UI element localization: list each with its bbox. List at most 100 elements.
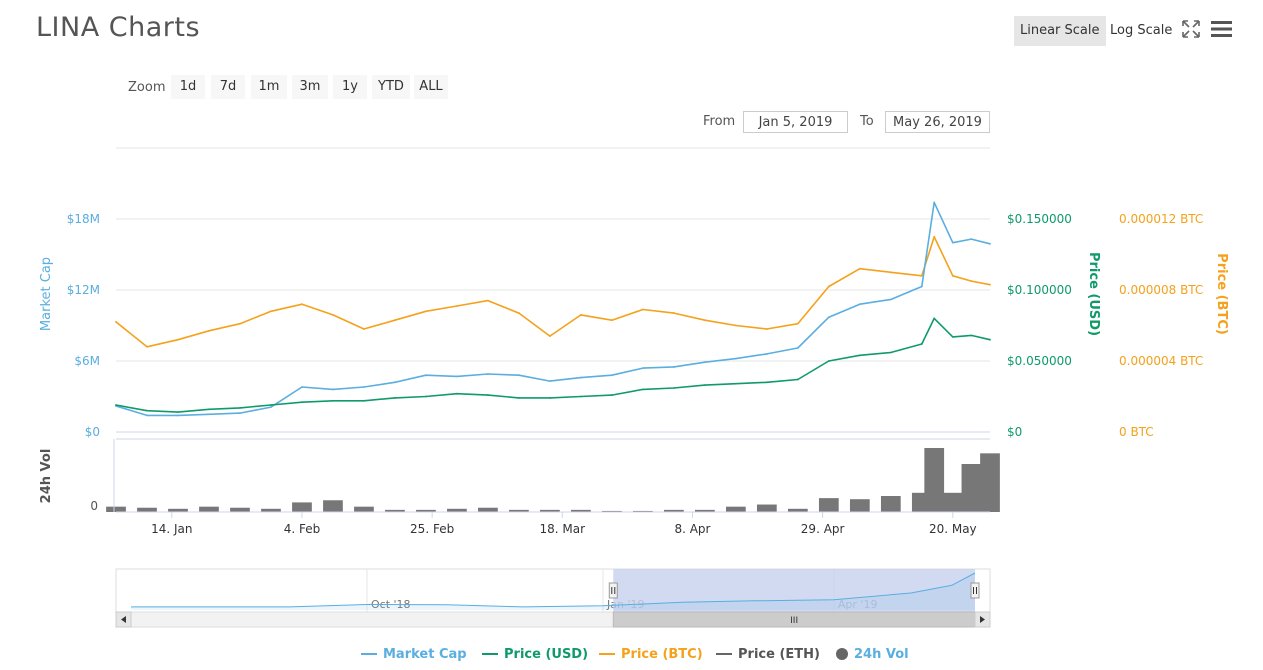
series-point xyxy=(641,388,644,391)
navigator[interactable]: Oct '18 Jan '19 Apr '19 III xyxy=(115,568,991,628)
legend-item-price-btc[interactable]: Price (BTC) xyxy=(599,645,703,663)
navigator-handle-right-body[interactable] xyxy=(970,582,980,599)
legend-swatch-market-cap xyxy=(361,653,377,655)
zoom-all-button[interactable]: ALL xyxy=(414,75,448,99)
series-point xyxy=(970,238,973,241)
series-line-price-usd xyxy=(115,317,991,413)
volume-bar xyxy=(137,507,157,512)
zoom-ytd-button[interactable]: YTD xyxy=(372,75,410,99)
series-point xyxy=(951,335,954,338)
series-point xyxy=(518,374,520,377)
series-point xyxy=(208,408,210,411)
series-point xyxy=(672,366,675,368)
series-point xyxy=(827,316,830,319)
zoom-7d-button[interactable]: 7d xyxy=(211,75,245,99)
x-tick-label-0: 14. Jan xyxy=(151,522,192,536)
volume-bar xyxy=(447,508,467,512)
volume-bar xyxy=(880,496,901,512)
zoom-label: Zoom xyxy=(128,80,166,95)
series-point xyxy=(920,343,923,345)
series-point xyxy=(270,404,272,406)
series-point xyxy=(579,376,582,379)
price-btc-axis-tick-2: 0.000008 BTC xyxy=(1119,283,1203,297)
series-point xyxy=(487,373,489,375)
fullscreen-icon[interactable] xyxy=(1182,20,1200,38)
series-point xyxy=(858,267,861,270)
series-point xyxy=(889,271,892,274)
volume-axis-title: 24h Vol xyxy=(39,449,54,504)
series-point xyxy=(970,334,973,337)
legend-label-market-cap: Market Cap xyxy=(383,646,467,662)
scroll-left-arrow-icon xyxy=(121,616,126,623)
x-tick-label-4: 8. Apr xyxy=(674,522,710,536)
series-point xyxy=(734,382,737,385)
navigator-handle-left[interactable] xyxy=(608,582,618,599)
series-point xyxy=(989,283,991,286)
series-point xyxy=(363,386,365,388)
series-point xyxy=(549,397,551,399)
series-point xyxy=(970,280,973,283)
hamburger-menu-icon[interactable] xyxy=(1211,20,1232,38)
series-point xyxy=(456,392,458,395)
legend-item-price-usd[interactable]: Price (USD) xyxy=(482,645,588,663)
volume-bar xyxy=(633,510,653,512)
log-scale-button[interactable]: Log Scale xyxy=(1104,16,1178,46)
price-btc-axis-tick-3: 0.000012 BTC xyxy=(1119,212,1203,226)
volume-bar xyxy=(478,507,498,512)
series-point xyxy=(549,380,551,383)
series-point xyxy=(146,345,148,348)
series-point xyxy=(239,322,241,325)
series-point xyxy=(487,299,489,302)
series-point xyxy=(703,384,706,387)
x-tick-label-2: 25. Feb xyxy=(410,522,454,536)
navigator-scrollbar-grip: III xyxy=(790,616,798,626)
series-point xyxy=(332,399,334,402)
legend-swatch-price-btc xyxy=(599,653,615,655)
legend-item-price-eth[interactable]: Price (ETH) xyxy=(716,645,820,663)
linear-scale-button[interactable]: Linear Scale xyxy=(1014,16,1106,46)
series-line-market-cap xyxy=(115,201,991,417)
zoom-1y-button[interactable]: 1y xyxy=(333,75,367,99)
volume-bar xyxy=(385,509,405,512)
navigator-area xyxy=(131,573,975,610)
navigator-handle-right-grip xyxy=(973,587,977,594)
series-point xyxy=(208,329,210,332)
series-point xyxy=(177,411,179,414)
legend-swatch-price-eth xyxy=(716,653,732,655)
zoom-1m-button[interactable]: 1m xyxy=(251,75,287,99)
series-point xyxy=(796,347,799,349)
series-point xyxy=(301,401,303,404)
market-cap-axis-tick-3: $18M xyxy=(67,212,100,226)
volume-bar xyxy=(961,464,982,512)
series-point xyxy=(672,387,675,389)
series-point xyxy=(208,413,210,416)
volume-bar xyxy=(230,507,250,512)
navigator-label-1: Jan '19 xyxy=(606,598,644,611)
volume-bar xyxy=(571,509,591,512)
legend-label-price-btc: Price (BTC) xyxy=(621,646,703,662)
navigator-handle-left-body[interactable] xyxy=(608,582,618,599)
zoom-3m-button[interactable]: 3m xyxy=(292,75,328,99)
volume-bar xyxy=(694,509,715,512)
to-date-input[interactable]: May 26, 2019 xyxy=(885,111,990,133)
navigator-selection[interactable] xyxy=(613,569,975,612)
zoom-1d-button[interactable]: 1d xyxy=(171,75,205,99)
series-point xyxy=(933,317,936,320)
series-point xyxy=(920,285,923,288)
series-point xyxy=(703,319,706,322)
legend-item-24h-vol[interactable]: 24h Vol xyxy=(836,645,909,663)
navigator-scrollbar-thumb[interactable] xyxy=(612,611,976,628)
scroll-left-button[interactable] xyxy=(115,611,132,628)
scroll-right-button[interactable] xyxy=(974,611,991,628)
series-point xyxy=(734,324,737,327)
from-date-input[interactable]: Jan 5, 2019 xyxy=(743,111,848,133)
x-tick-label-3: 18. Mar xyxy=(540,522,586,536)
navigator-handle-right[interactable] xyxy=(970,582,980,599)
legend-item-market-cap[interactable]: Market Cap xyxy=(361,645,467,663)
series-point xyxy=(989,242,991,245)
main-chart: $0 $6M $12M $18M $0 $0.050000 $0.100000 $0.150… xyxy=(39,147,1229,628)
volume-bar xyxy=(416,509,436,512)
navigator-scrollbar-track[interactable] xyxy=(115,611,991,628)
legend-swatch-price-usd xyxy=(482,653,498,655)
scroll-right-arrow-icon xyxy=(980,616,985,623)
